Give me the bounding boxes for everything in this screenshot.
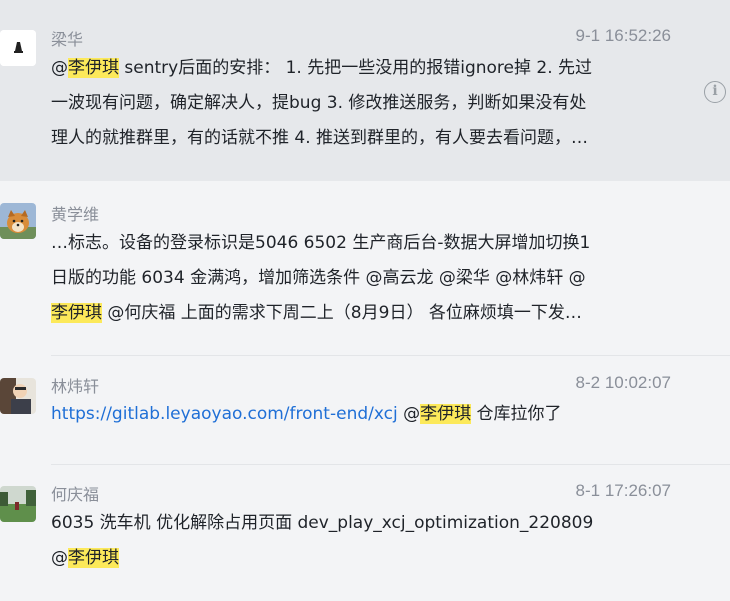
message-text-segment: 仓库拉你了 — [471, 404, 562, 424]
message-text-segment: 理人的就推群里，有的话就不推 4. 推送到群里的，有人要去看问题，… — [51, 128, 589, 148]
info-icon[interactable]: i — [704, 81, 726, 103]
sender-name: 梁华 — [51, 32, 84, 49]
message-time: 9-1 16:52:26 — [575, 26, 671, 45]
message-text-segment: sentry后面的安排： 1. 先把一些没用的报错ignore掉 2. 先过 — [119, 58, 593, 78]
message-text-segment: @ — [397, 404, 421, 424]
message-line: @李伊琪 sentry后面的安排： 1. 先把一些没用的报错ignore掉 2.… — [51, 51, 676, 86]
message-item[interactable]: 梁华 9-1 16:52:26 @李伊琪 sentry后面的安排： 1. 先把一… — [0, 0, 730, 181]
dog-avatar-icon[interactable] — [0, 203, 36, 239]
message-line: 一波现有问题，确定解决人，提bug 3. 修改推送服务，判断如果没有处 — [51, 86, 676, 121]
message-item[interactable]: 何庆福 8-1 17:26:07 6035 洗车机 优化解除占用页面 dev_p… — [0, 465, 730, 601]
message-line: …标志。设备的登录标识是5046 6502 生产商后台-数据大屏增加切换1 — [51, 226, 676, 261]
white-avatar-icon[interactable] — [0, 30, 36, 66]
message-text-segment: 6035 洗车机 优化解除占用页面 dev_play_xcj_optimizat… — [51, 513, 594, 533]
mention-highlight[interactable]: 李伊琪 — [51, 303, 102, 323]
message-line: 李伊琪 @何庆福 上面的需求下周二上（8月9日） 各位麻烦填一下发… — [51, 296, 676, 331]
message-text: 6035 洗车机 优化解除占用页面 dev_play_xcj_optimizat… — [51, 506, 676, 576]
message-text-segment: @ — [51, 548, 68, 568]
message-text-segment: @ — [51, 58, 68, 78]
message-text-segment: …标志。设备的登录标识是5046 6502 生产商后台-数据大屏增加切换1 — [51, 233, 591, 253]
message-line: 日版的功能 6034 金满鸿，增加筛选条件 @高云龙 @梁华 @林炜轩 @ — [51, 261, 676, 296]
sender-name: 何庆福 — [51, 487, 100, 504]
message-text: @李伊琪 sentry后面的安排： 1. 先把一些没用的报错ignore掉 2.… — [51, 51, 676, 156]
message-line: @李伊琪 — [51, 541, 676, 576]
mention-highlight[interactable]: 李伊琪 — [420, 404, 472, 424]
message-item[interactable]: 黄学维 …标志。设备的登录标识是5046 6502 生产商后台-数据大屏增加切换… — [0, 181, 730, 355]
message-time: 8-2 10:02:07 — [575, 373, 671, 392]
sender-name: 黄学维 — [51, 207, 100, 224]
message-text-segment: 日版的功能 6034 金满鸿，增加筛选条件 @高云龙 @梁华 @林炜轩 @ — [51, 268, 586, 288]
message-line: https://gitlab.leyaoyao.com/front-end/xc… — [51, 397, 676, 432]
message-link[interactable]: https://gitlab.leyaoyao.com/front-end/xc… — [51, 404, 398, 424]
message-line: 6035 洗车机 优化解除占用页面 dev_play_xcj_optimizat… — [51, 506, 676, 541]
mention-highlight[interactable]: 李伊琪 — [68, 548, 119, 568]
message-time: 8-1 17:26:07 — [575, 481, 671, 500]
message-item[interactable]: 林炜轩 8-2 10:02:07 https://gitlab.leyaoyao… — [0, 356, 730, 464]
message-text-segment: 一波现有问题，确定解决人，提bug 3. 修改推送服务，判断如果没有处 — [51, 93, 587, 113]
sender-name: 林炜轩 — [51, 379, 100, 396]
photo-avatar-icon[interactable] — [0, 378, 36, 414]
message-text-segment: @何庆福 上面的需求下周二上（8月9日） 各位麻烦填一下发… — [102, 303, 582, 323]
message-text: …标志。设备的登录标识是5046 6502 生产商后台-数据大屏增加切换1 日版的… — [51, 226, 676, 331]
mention-highlight[interactable]: 李伊琪 — [68, 58, 119, 78]
landscape-avatar-icon[interactable] — [0, 486, 36, 522]
message-text: https://gitlab.leyaoyao.com/front-end/xc… — [51, 397, 676, 432]
message-line: 理人的就推群里，有的话就不推 4. 推送到群里的，有人要去看问题，… — [51, 121, 676, 156]
